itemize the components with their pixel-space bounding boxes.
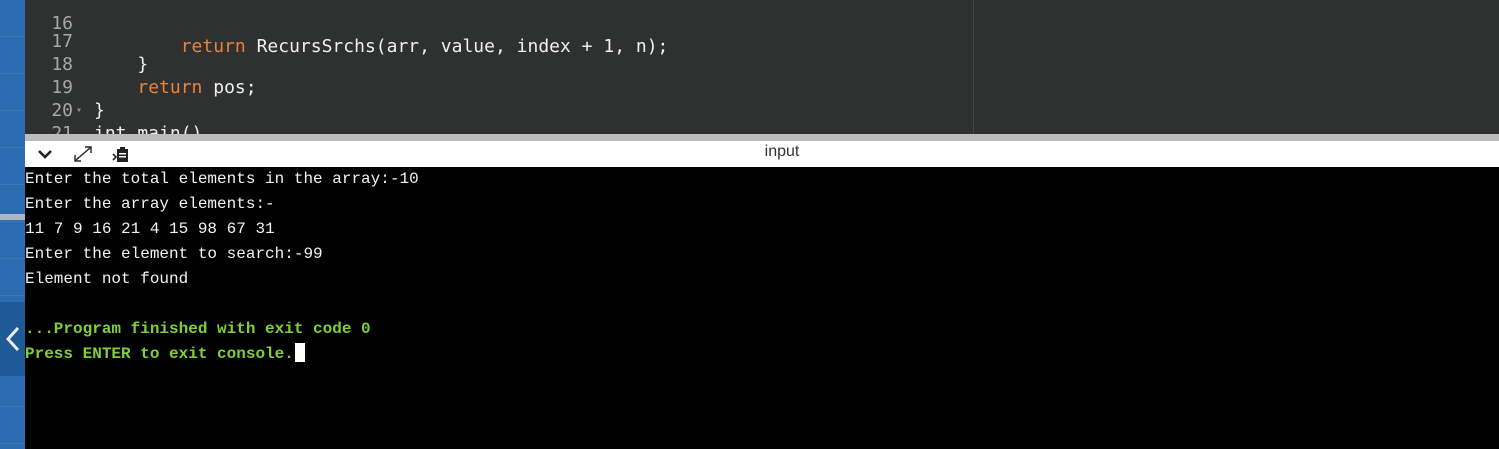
text-cursor [294, 343, 305, 362]
print-margin-line [973, 0, 974, 134]
console-title: input [764, 143, 800, 160]
output-line: Enter the total elements in the array:-1… [25, 170, 419, 188]
output-line: Element not found [25, 270, 189, 288]
sidebar-scroll-indicator[interactable] [0, 214, 25, 220]
console-output[interactable]: Enter the total elements in the array:-1… [25, 167, 1499, 449]
left-sidebar-rail [0, 0, 25, 449]
output-line: Enter the element to search:-99 [25, 245, 323, 263]
code-line: 20 int main() [25, 76, 965, 134]
code-line: 21 ▾ { [25, 99, 965, 134]
output-line: 11 7 9 16 21 4 15 98 67 31 [25, 220, 275, 238]
chevron-left-icon [5, 326, 19, 352]
code-line: 17 } [25, 7, 965, 75]
exit-prompt-line: Press ENTER to exit console. [25, 342, 305, 367]
exit-status-line: ...Program finished with exit code 0 [25, 320, 371, 338]
code-editor[interactable]: 16 return RecursSrchs(arr, value, index … [25, 0, 1499, 134]
code-line: 22 int n, value, pos, m = 0, arr[100]; [25, 122, 965, 134]
fold-arrow-icon[interactable]: ▾ [76, 99, 82, 122]
pane-splitter[interactable] [25, 134, 1499, 141]
sidebar-collapse-button[interactable] [0, 302, 25, 376]
code-line: 19 } [25, 53, 965, 121]
console-header: input [25, 141, 1499, 167]
app-window: 16 return RecursSrchs(arr, value, index … [0, 0, 1499, 449]
output-line: Enter the array elements:- [25, 195, 275, 213]
code-line: 18 return pos; [25, 30, 965, 98]
exit-prompt-text: Press ENTER to exit console. [25, 345, 294, 363]
